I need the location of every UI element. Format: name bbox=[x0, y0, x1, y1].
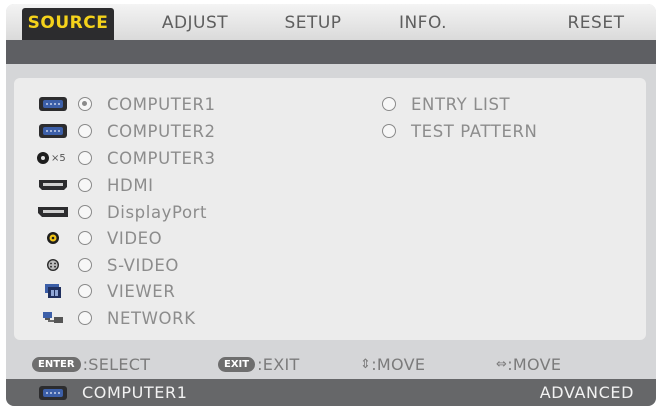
radio-button[interactable] bbox=[78, 258, 92, 272]
rca-video-icon bbox=[36, 227, 70, 249]
radio-button-selected[interactable] bbox=[78, 97, 92, 111]
displayport-connector-icon bbox=[36, 201, 70, 223]
status-bar: COMPUTER1 ADVANCED bbox=[6, 379, 656, 406]
menu-header-band bbox=[6, 40, 656, 64]
source-label: VIEWER bbox=[107, 281, 176, 301]
source-item-computer2[interactable]: COMPUTER2 bbox=[36, 119, 216, 143]
hint-exit-text: :EXIT bbox=[257, 354, 300, 374]
tab-reset[interactable]: RESET bbox=[557, 8, 635, 38]
up-down-arrow-icon: ⇕ bbox=[360, 356, 372, 372]
source-item-hdmi[interactable]: HDMI bbox=[36, 173, 154, 197]
source-label: HDMI bbox=[107, 175, 154, 195]
source-label: NETWORK bbox=[107, 308, 196, 328]
current-source-label: COMPUTER1 bbox=[82, 383, 188, 402]
option-label: ENTRY LIST bbox=[411, 94, 511, 114]
source-label: COMPUTER1 bbox=[107, 94, 216, 114]
radio-button[interactable] bbox=[78, 311, 92, 325]
hint-select-text: :SELECT bbox=[82, 354, 151, 374]
hdmi-connector-icon bbox=[36, 174, 70, 196]
usb-viewer-icon bbox=[36, 280, 70, 302]
hint-move-vertical: ⇕ :MOVE bbox=[360, 352, 425, 376]
exit-key-badge: EXIT bbox=[218, 356, 256, 372]
tab-setup[interactable]: SETUP bbox=[274, 8, 352, 38]
vga-connector-icon bbox=[38, 385, 68, 405]
tab-source[interactable]: SOURCE bbox=[22, 8, 114, 40]
radio-button[interactable] bbox=[78, 124, 92, 138]
radio-button[interactable] bbox=[382, 97, 396, 111]
option-test-pattern[interactable]: TEST PATTERN bbox=[382, 119, 538, 143]
radio-button[interactable] bbox=[78, 151, 92, 165]
s-video-connector-icon bbox=[36, 254, 70, 276]
menu-tab-bar: SOURCE ADJUST SETUP INFO. RESET bbox=[6, 4, 656, 40]
network-icon bbox=[36, 307, 70, 329]
source-options-panel: COMPUTER1 COMPUTER2 ×5 COMPUTER3 HDMI Di… bbox=[14, 78, 646, 340]
source-item-computer3[interactable]: ×5 COMPUTER3 bbox=[36, 146, 216, 170]
radio-button[interactable] bbox=[78, 284, 92, 298]
projector-menu: SOURCE ADJUST SETUP INFO. RESET COMPUTER… bbox=[6, 4, 656, 406]
bnc-count-text: ×5 bbox=[51, 152, 66, 164]
left-right-arrow-icon: ⇔ bbox=[496, 356, 508, 372]
tab-info[interactable]: INFO. bbox=[392, 8, 454, 38]
radio-button[interactable] bbox=[78, 178, 92, 192]
source-label: DisplayPort bbox=[107, 202, 208, 222]
hint-exit: EXIT :EXIT bbox=[218, 352, 300, 376]
hint-move-horizontal: ⇔ :MOVE bbox=[496, 352, 561, 376]
source-item-s-video[interactable]: S-VIDEO bbox=[36, 253, 179, 277]
source-label: COMPUTER3 bbox=[107, 148, 216, 168]
source-item-network[interactable]: NETWORK bbox=[36, 306, 196, 330]
radio-button[interactable] bbox=[78, 231, 92, 245]
vga-connector-icon bbox=[36, 93, 70, 115]
source-label: COMPUTER2 bbox=[107, 121, 216, 141]
tab-adjust[interactable]: ADJUST bbox=[151, 8, 239, 38]
hint-select: ENTER :SELECT bbox=[32, 352, 150, 376]
radio-button[interactable] bbox=[382, 124, 396, 138]
source-item-computer1[interactable]: COMPUTER1 bbox=[36, 92, 216, 116]
menu-mode-label: ADVANCED bbox=[539, 383, 634, 402]
bnc-connector-icon: ×5 bbox=[36, 147, 70, 169]
option-label: TEST PATTERN bbox=[411, 121, 538, 141]
source-item-viewer[interactable]: VIEWER bbox=[36, 279, 175, 303]
source-label: S-VIDEO bbox=[107, 255, 179, 275]
source-item-displayport[interactable]: DisplayPort bbox=[36, 200, 207, 224]
source-label: VIDEO bbox=[107, 228, 163, 248]
source-item-video[interactable]: VIDEO bbox=[36, 226, 162, 250]
hint-move-vertical-text: :MOVE bbox=[371, 354, 426, 374]
vga-connector-icon bbox=[36, 120, 70, 142]
hint-move-horizontal-text: :MOVE bbox=[507, 354, 562, 374]
option-entry-list[interactable]: ENTRY LIST bbox=[382, 92, 510, 116]
radio-button[interactable] bbox=[78, 205, 92, 219]
enter-key-badge: ENTER bbox=[32, 356, 81, 372]
